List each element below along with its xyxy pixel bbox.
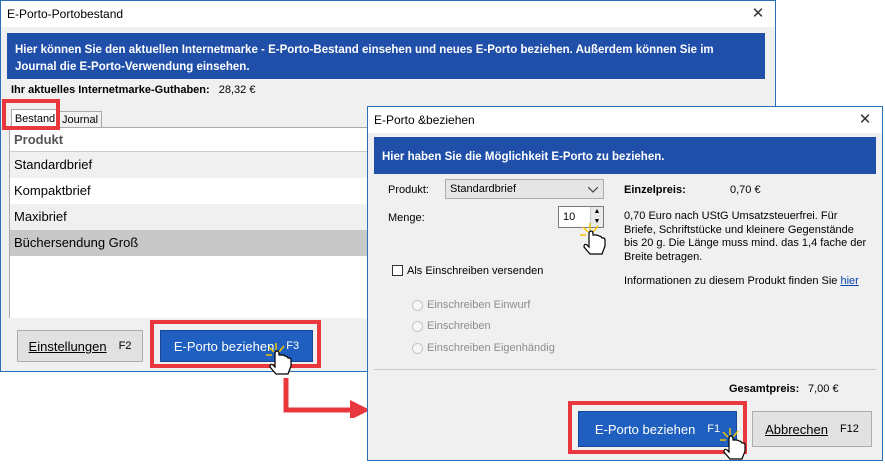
- window-title: E-Porto &beziehen: [374, 113, 475, 127]
- settings-button-label: Einstellungen: [28, 338, 107, 354]
- hand-cursor-icon: [266, 343, 292, 375]
- guthaben-label: Ihr aktuelles Internetmarke-Guthaben:: [11, 84, 210, 96]
- settings-shortcut: F2: [118, 340, 132, 352]
- einschreiben-checkbox-label: Als Einschreiben versenden: [407, 265, 544, 277]
- info-row: Informationen zu diesem Produkt finden S…: [624, 275, 859, 287]
- produkt-label: Produkt:: [388, 184, 429, 196]
- banner-text: Hier können Sie den aktuellen Internetma…: [15, 44, 714, 73]
- cancel-button-label: Abbrechen: [765, 421, 828, 437]
- produkt-select-value: Standardbrief: [450, 183, 517, 195]
- info-text: Informationen zu diesem Produkt finden S…: [624, 275, 838, 287]
- column-header-label: Produkt: [14, 132, 64, 147]
- tab-journal[interactable]: Journal: [58, 111, 102, 128]
- list-item-label: Büchersendung Groß: [14, 235, 139, 250]
- arrow-connector-icon: [283, 378, 370, 418]
- radio-einschreiben[interactable]: [412, 321, 423, 332]
- list-item-selected[interactable]: Büchersendung Groß: [10, 230, 372, 256]
- list-item[interactable]: Kompaktbrief: [10, 178, 372, 204]
- close-icon[interactable]: ✕: [848, 107, 882, 133]
- gesamtpreis-label: Gesamtpreis:: [729, 383, 800, 395]
- radio-label: Einschreiben: [427, 320, 491, 332]
- list-item[interactable]: Maxibrief: [10, 204, 372, 230]
- title-bar: E-Porto-Portobestand ✕: [1, 1, 775, 27]
- column-header[interactable]: Produkt: [10, 128, 372, 152]
- title-bar: E-Porto &beziehen ✕: [368, 107, 882, 133]
- hand-cursor-icon: [580, 223, 606, 255]
- produkt-select[interactable]: Standardbrief: [445, 179, 604, 199]
- list-item-label: Maxibrief: [14, 209, 67, 224]
- list-item[interactable]: Standardbrief: [10, 152, 372, 178]
- settings-button[interactable]: Einstellungen F2: [17, 330, 143, 362]
- menge-label: Menge:: [388, 212, 425, 224]
- description-line: Briefe, Schriftstücke und kleinere Gegen…: [624, 223, 854, 236]
- banner-text: Hier haben Sie die Möglichkeit E-Porto z…: [382, 151, 665, 163]
- list-item-label: Kompaktbrief: [14, 183, 91, 198]
- window-title: E-Porto-Portobestand: [7, 7, 124, 21]
- radio-label: Einschreiben Eigenhändig: [427, 342, 555, 354]
- description-line: 0,70 Euro nach UStG Umsatzsteuerfrei. Fü…: [624, 210, 838, 222]
- radio-einschreiben-einwurf[interactable]: [412, 300, 423, 311]
- einzelpreis-label: Einzelpreis:: [624, 184, 686, 196]
- einzelpreis-value: 0,70 €: [730, 184, 761, 196]
- cancel-shortcut: F12: [839, 423, 859, 435]
- menge-value: 10: [563, 211, 576, 223]
- guthaben-value: 28,32 €: [218, 84, 256, 96]
- list-item-label: Standardbrief: [14, 157, 93, 172]
- tab-journal-label: Journal: [61, 114, 99, 126]
- radio-einschreiben-eigenhaendig[interactable]: [412, 343, 423, 354]
- guthaben-row: Ihr aktuelles Internetmarke-Guthaben: 28…: [11, 84, 255, 96]
- gesamtpreis-value: 7,00 €: [808, 383, 839, 395]
- description-line: Breite betragen.: [624, 250, 703, 263]
- close-icon[interactable]: ✕: [741, 1, 775, 27]
- info-banner: Hier können Sie den aktuellen Internetma…: [7, 33, 765, 79]
- hand-cursor-icon: [720, 428, 746, 460]
- chevron-down-icon: [588, 187, 598, 193]
- radio-label: Einschreiben Einwurf: [427, 299, 531, 311]
- info-link[interactable]: hier: [840, 275, 858, 287]
- description-line: bis 20 g. Die Länge muss mind. das 1,4 f…: [624, 237, 867, 249]
- einschreiben-checkbox[interactable]: [392, 265, 403, 276]
- product-list: Produkt Standardbrief Kompaktbrief Maxib…: [9, 127, 372, 318]
- info-banner: Hier haben Sie die Möglichkeit E-Porto z…: [374, 137, 876, 174]
- cancel-button[interactable]: Abbrechen F12: [752, 411, 872, 447]
- stepper-up-icon[interactable]: ▲: [590, 207, 603, 217]
- divider: [374, 369, 876, 370]
- product-description: 0,70 Euro nach UStG Umsatzsteuerfrei. Fü…: [624, 210, 874, 264]
- highlight-frame-tab: [2, 99, 60, 130]
